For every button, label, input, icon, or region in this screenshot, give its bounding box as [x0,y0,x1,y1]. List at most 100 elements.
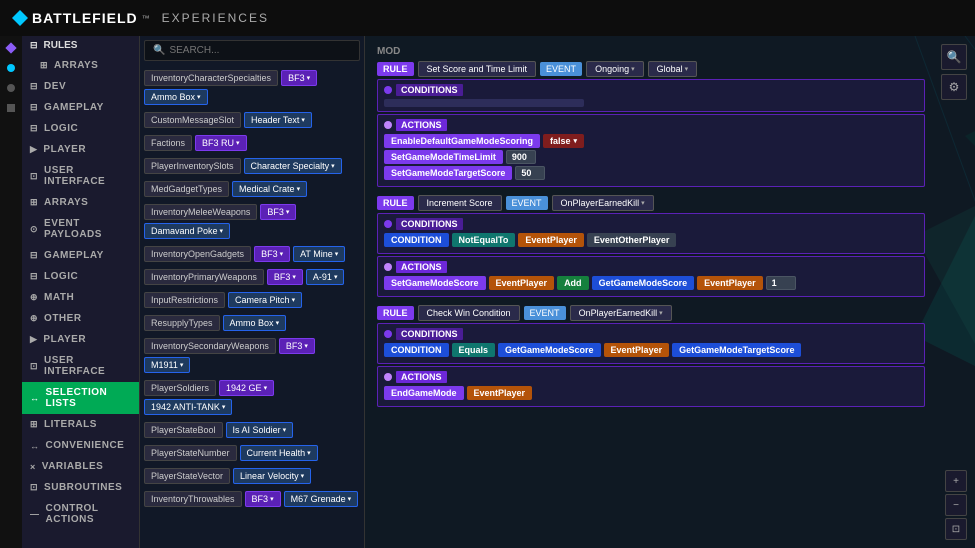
tag-inventory-char-spec[interactable]: InventoryCharacterSpecialties [144,70,278,86]
chip-enable-default[interactable]: EnableDefaultGameModeScoring [384,134,540,148]
tag-inv-melee[interactable]: InventoryMeleeWeapons [144,204,257,220]
sidebar-item-gameplay-1[interactable]: ⊟ GAMEPLAY [22,97,139,118]
sidebar-item-rules[interactable]: ⊟ RULES [22,36,139,55]
chip-end-game[interactable]: EndGameMode [384,386,464,400]
chip-event-other[interactable]: EventOtherPlayer [587,233,677,247]
chip-900[interactable]: 900 [506,150,536,164]
tag-custom-msg[interactable]: CustomMessageSlot [144,112,241,128]
tag-bf3-3[interactable]: BF3 ▾ [254,246,290,262]
chip-event-player-a2[interactable]: EventPlayer [489,276,555,290]
sidebar-item-player-2[interactable]: ▶ PLAYER [22,329,139,350]
icon-bar-3[interactable] [3,80,19,96]
tag-current-health[interactable]: Current Health ▾ [240,445,318,461]
chip-1[interactable]: 1 [766,276,796,290]
tag-header-text[interactable]: Header Text ▾ [244,112,312,128]
chip-get-score-3[interactable]: GetGameModeScore [498,343,601,357]
chip-add[interactable]: Add [557,276,589,290]
tag-bf3-ru[interactable]: BF3 RU ▾ [195,135,247,151]
sidebar-item-logic-1[interactable]: ⊟ LOGIC [22,118,139,139]
chip-condition-2[interactable]: CONDITION [384,233,449,247]
search-canvas-button[interactable]: 🔍 [941,44,967,70]
tag-player-soldiers[interactable]: PlayerSoldiers [144,380,216,396]
chip-get-score[interactable]: GetGameModeScore [592,276,695,290]
icon-bar-4[interactable] [3,100,19,116]
sidebar-item-other[interactable]: ⊕ OTHER [22,308,139,329]
tag-bf3-2[interactable]: BF3 ▾ [260,204,296,220]
tag-at-mine[interactable]: AT Mine ▾ [293,246,345,262]
rule-name-chip-2[interactable]: Increment Score [418,195,502,211]
rule-name-chip-1[interactable]: Set Score and Time Limit [418,61,537,77]
tag-player-state-bool[interactable]: PlayerStateBool [144,422,223,438]
tag-player-inv-slots[interactable]: PlayerInventorySlots [144,158,241,174]
icon-bar-top[interactable] [3,40,19,56]
chip-50[interactable]: 50 [515,166,545,180]
tag-damavand[interactable]: Damavand Poke ▾ [144,223,230,239]
chip-event-player-a3[interactable]: EventPlayer [467,386,533,400]
chip-get-target-score[interactable]: GetGameModeTargetScore [672,343,801,357]
tag-bf3-6[interactable]: BF3 ▾ [245,491,281,507]
sidebar-item-logic-2[interactable]: ⊟ LOGIC [22,266,139,287]
event-value-3[interactable]: OnPlayerEarnedKill ▾ [570,305,672,321]
tag-is-ai[interactable]: Is AI Soldier ▾ [226,422,294,438]
tag-player-state-num[interactable]: PlayerStateNumber [144,445,237,461]
chip-condition-3[interactable]: CONDITION [384,343,449,357]
tag-m1911[interactable]: M1911 ▾ [144,357,190,373]
tag-inv-open-gadgets[interactable]: InventoryOpenGadgets [144,246,251,262]
sidebar-item-literals[interactable]: ⊞ LITERALS [22,414,139,435]
sidebar-item-gameplay-2[interactable]: ⊟ GAMEPLAY [22,245,139,266]
chip-set-target-score[interactable]: SetGameModeTargetScore [384,166,512,180]
tag-inv-primary[interactable]: InventoryPrimaryWeapons [144,269,264,285]
rule-name-chip-3[interactable]: Check Win Condition [418,305,520,321]
sidebar-item-subroutines[interactable]: ⊡ SUBROUTINES [22,477,139,498]
fit-button[interactable]: ⊡ [945,518,967,540]
search-bar[interactable]: 🔍 [144,40,360,61]
chip-false-val[interactable]: false ▾ [543,134,584,148]
tag-linear-vel[interactable]: Linear Velocity ▾ [233,468,311,484]
tag-m67[interactable]: M67 Grenade ▾ [284,491,359,507]
tag-player-state-vec[interactable]: PlayerStateVector [144,468,230,484]
tag-factions[interactable]: Factions [144,135,192,151]
chip-not-equal[interactable]: NotEqualTo [452,233,516,247]
sidebar-item-event-payloads[interactable]: ⊙ EVENT PAYLOADS [22,213,139,245]
zoom-in-button[interactable]: + [945,470,967,492]
tag-input-restrict[interactable]: InputRestrictions [144,292,225,308]
global-chip-1[interactable]: Global ▾ [648,61,698,77]
chip-event-player-a2b[interactable]: EventPlayer [697,276,763,290]
sidebar-item-math[interactable]: ⊕ MATH [22,287,139,308]
tag-bf3-4[interactable]: BF3 ▾ [267,269,303,285]
tag-bf3-1[interactable]: BF3 ▾ [281,70,317,86]
settings-canvas-button[interactable]: ⚙ [941,74,967,100]
sidebar-item-arrays-2[interactable]: ⊞ ARRAYS [22,192,139,213]
chip-set-score[interactable]: SetGameModeScore [384,276,486,290]
icon-bar-2[interactable] [3,60,19,76]
chip-equals[interactable]: Equals [452,343,496,357]
tag-1942ge[interactable]: 1942 GE ▾ [219,380,274,396]
chip-event-player-3[interactable]: EventPlayer [604,343,670,357]
tag-ammo-box-2[interactable]: Ammo Box ▾ [223,315,287,331]
tag-1942at[interactable]: 1942 ANTI-TANK ▾ [144,399,232,415]
sidebar-item-dev[interactable]: ⊟ DEV [22,76,139,97]
tag-med-crate[interactable]: Medical Crate ▾ [232,181,307,197]
sidebar-item-variables[interactable]: × VARIABLES [22,456,139,477]
tag-inv-secondary[interactable]: InventorySecondaryWeapons [144,338,276,354]
tag-med-gadget[interactable]: MedGadgetTypes [144,181,229,197]
sidebar-item-selection-lists[interactable]: ↔ SELECTION LISTS [22,382,139,414]
search-input[interactable] [169,45,351,56]
tag-a91[interactable]: A-91 ▾ [306,269,345,285]
sidebar-item-ui-1[interactable]: ⊡ USER INTERFACE [22,160,139,192]
sidebar-item-player-1[interactable]: ▶ PLAYER [22,139,139,160]
chip-event-player-c2[interactable]: EventPlayer [518,233,584,247]
event-value-2[interactable]: OnPlayerEarnedKill ▾ [552,195,654,211]
sidebar-item-ui-2[interactable]: ⊡ USER INTERFACE [22,350,139,382]
tag-ammo-box-1[interactable]: Ammo Box ▾ [144,89,208,105]
tag-char-spec[interactable]: Character Specialty ▾ [244,158,342,174]
sidebar-item-arrays-1[interactable]: ⊞ ARRAYS [22,55,139,76]
sidebar-item-control-actions[interactable]: — CONTROL ACTIONS [22,498,139,530]
zoom-out-button[interactable]: − [945,494,967,516]
tag-inv-throwables[interactable]: InventoryThrowables [144,491,242,507]
tag-cam-pitch[interactable]: Camera Pitch ▾ [228,292,302,308]
event-value-1[interactable]: Ongoing ▾ [586,61,644,77]
tag-resupply[interactable]: ResupplyTypes [144,315,220,331]
tag-bf3-5[interactable]: BF3 ▾ [279,338,315,354]
chip-set-time-limit[interactable]: SetGameModeTimeLimit [384,150,503,164]
